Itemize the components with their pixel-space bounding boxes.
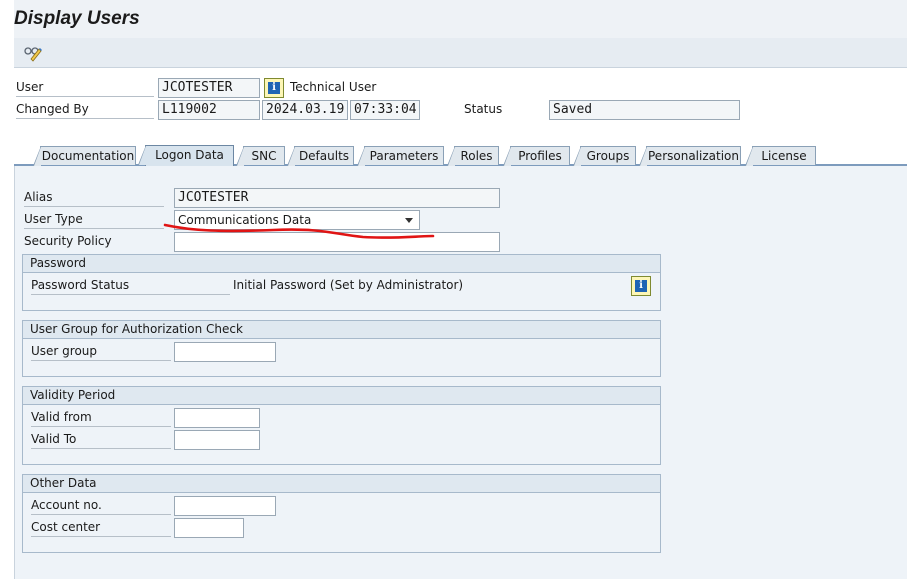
user-group-field[interactable]: [174, 342, 276, 362]
user-type-label: User Type: [24, 210, 164, 229]
tab-label: SNC: [251, 149, 277, 163]
tab-label: Groups: [586, 149, 630, 163]
account-no-field[interactable]: [174, 496, 276, 516]
page-title: Display Users: [14, 8, 140, 29]
account-no-label: Account no.: [31, 496, 171, 515]
user-label: User: [16, 78, 154, 97]
tab-groups[interactable]: Groups: [573, 146, 636, 166]
tab-roles[interactable]: Roles: [447, 146, 499, 166]
cost-center-label: Cost center: [31, 518, 171, 537]
info-icon[interactable]: i: [631, 276, 651, 296]
tab-label: Roles: [460, 149, 493, 163]
password-status-label: Password Status: [31, 276, 230, 295]
user-field[interactable]: JCOTESTER: [158, 78, 260, 98]
tab-documentation[interactable]: Documentation: [33, 146, 136, 166]
technical-user-label: Technical User: [290, 80, 377, 94]
info-icon[interactable]: i: [264, 78, 284, 98]
tab-personalization[interactable]: Personalization: [639, 146, 741, 166]
tab-label: Profiles: [518, 149, 562, 163]
authorization-group-title: User Group for Authorization Check: [23, 321, 660, 339]
status-label: Status: [464, 102, 503, 116]
user-group-label: User group: [31, 342, 171, 361]
tab-label: Parameters: [369, 149, 439, 163]
changed-by-field[interactable]: L119002: [158, 100, 260, 120]
security-policy-label: Security Policy: [24, 234, 112, 248]
other-data-group-title: Other Data: [23, 475, 660, 493]
glasses-pencil-icon[interactable]: [22, 41, 44, 63]
tab-defaults[interactable]: Defaults: [287, 146, 354, 166]
tab-label: Defaults: [298, 149, 350, 163]
tab-label: Logon Data: [155, 148, 224, 162]
red-underline-annotation: [163, 223, 435, 239]
valid-to-label: Valid To: [31, 430, 171, 449]
changed-by-label: Changed By: [16, 100, 154, 119]
validity-period-group-title: Validity Period: [23, 387, 660, 405]
tab-label: License: [761, 149, 807, 163]
alias-field[interactable]: JCOTESTER: [174, 188, 500, 208]
tab-snc[interactable]: SNC: [236, 146, 285, 166]
tab-profiles[interactable]: Profiles: [503, 146, 570, 166]
tab-label: Documentation: [41, 149, 135, 163]
valid-from-field[interactable]: [174, 408, 260, 428]
alias-label: Alias: [24, 188, 164, 207]
tab-license[interactable]: License: [745, 146, 816, 166]
status-field[interactable]: Saved: [549, 100, 740, 120]
tab-parameters[interactable]: Parameters: [357, 146, 444, 166]
tab-logon-data[interactable]: Logon Data: [138, 145, 234, 166]
title-bar: [14, 0, 907, 38]
changed-date-field[interactable]: 2024.03.19: [262, 100, 348, 120]
password-status-value: Initial Password (Set by Administrator): [233, 278, 464, 292]
red-underline-stroke: [163, 223, 435, 239]
cost-center-field[interactable]: [174, 518, 244, 538]
password-group-title: Password: [23, 255, 660, 273]
valid-to-field[interactable]: [174, 430, 260, 450]
tab-label: Personalization: [648, 149, 739, 163]
changed-time-field[interactable]: 07:33:04: [350, 100, 420, 120]
application-toolbar: [14, 38, 907, 68]
valid-from-label: Valid from: [31, 408, 171, 427]
